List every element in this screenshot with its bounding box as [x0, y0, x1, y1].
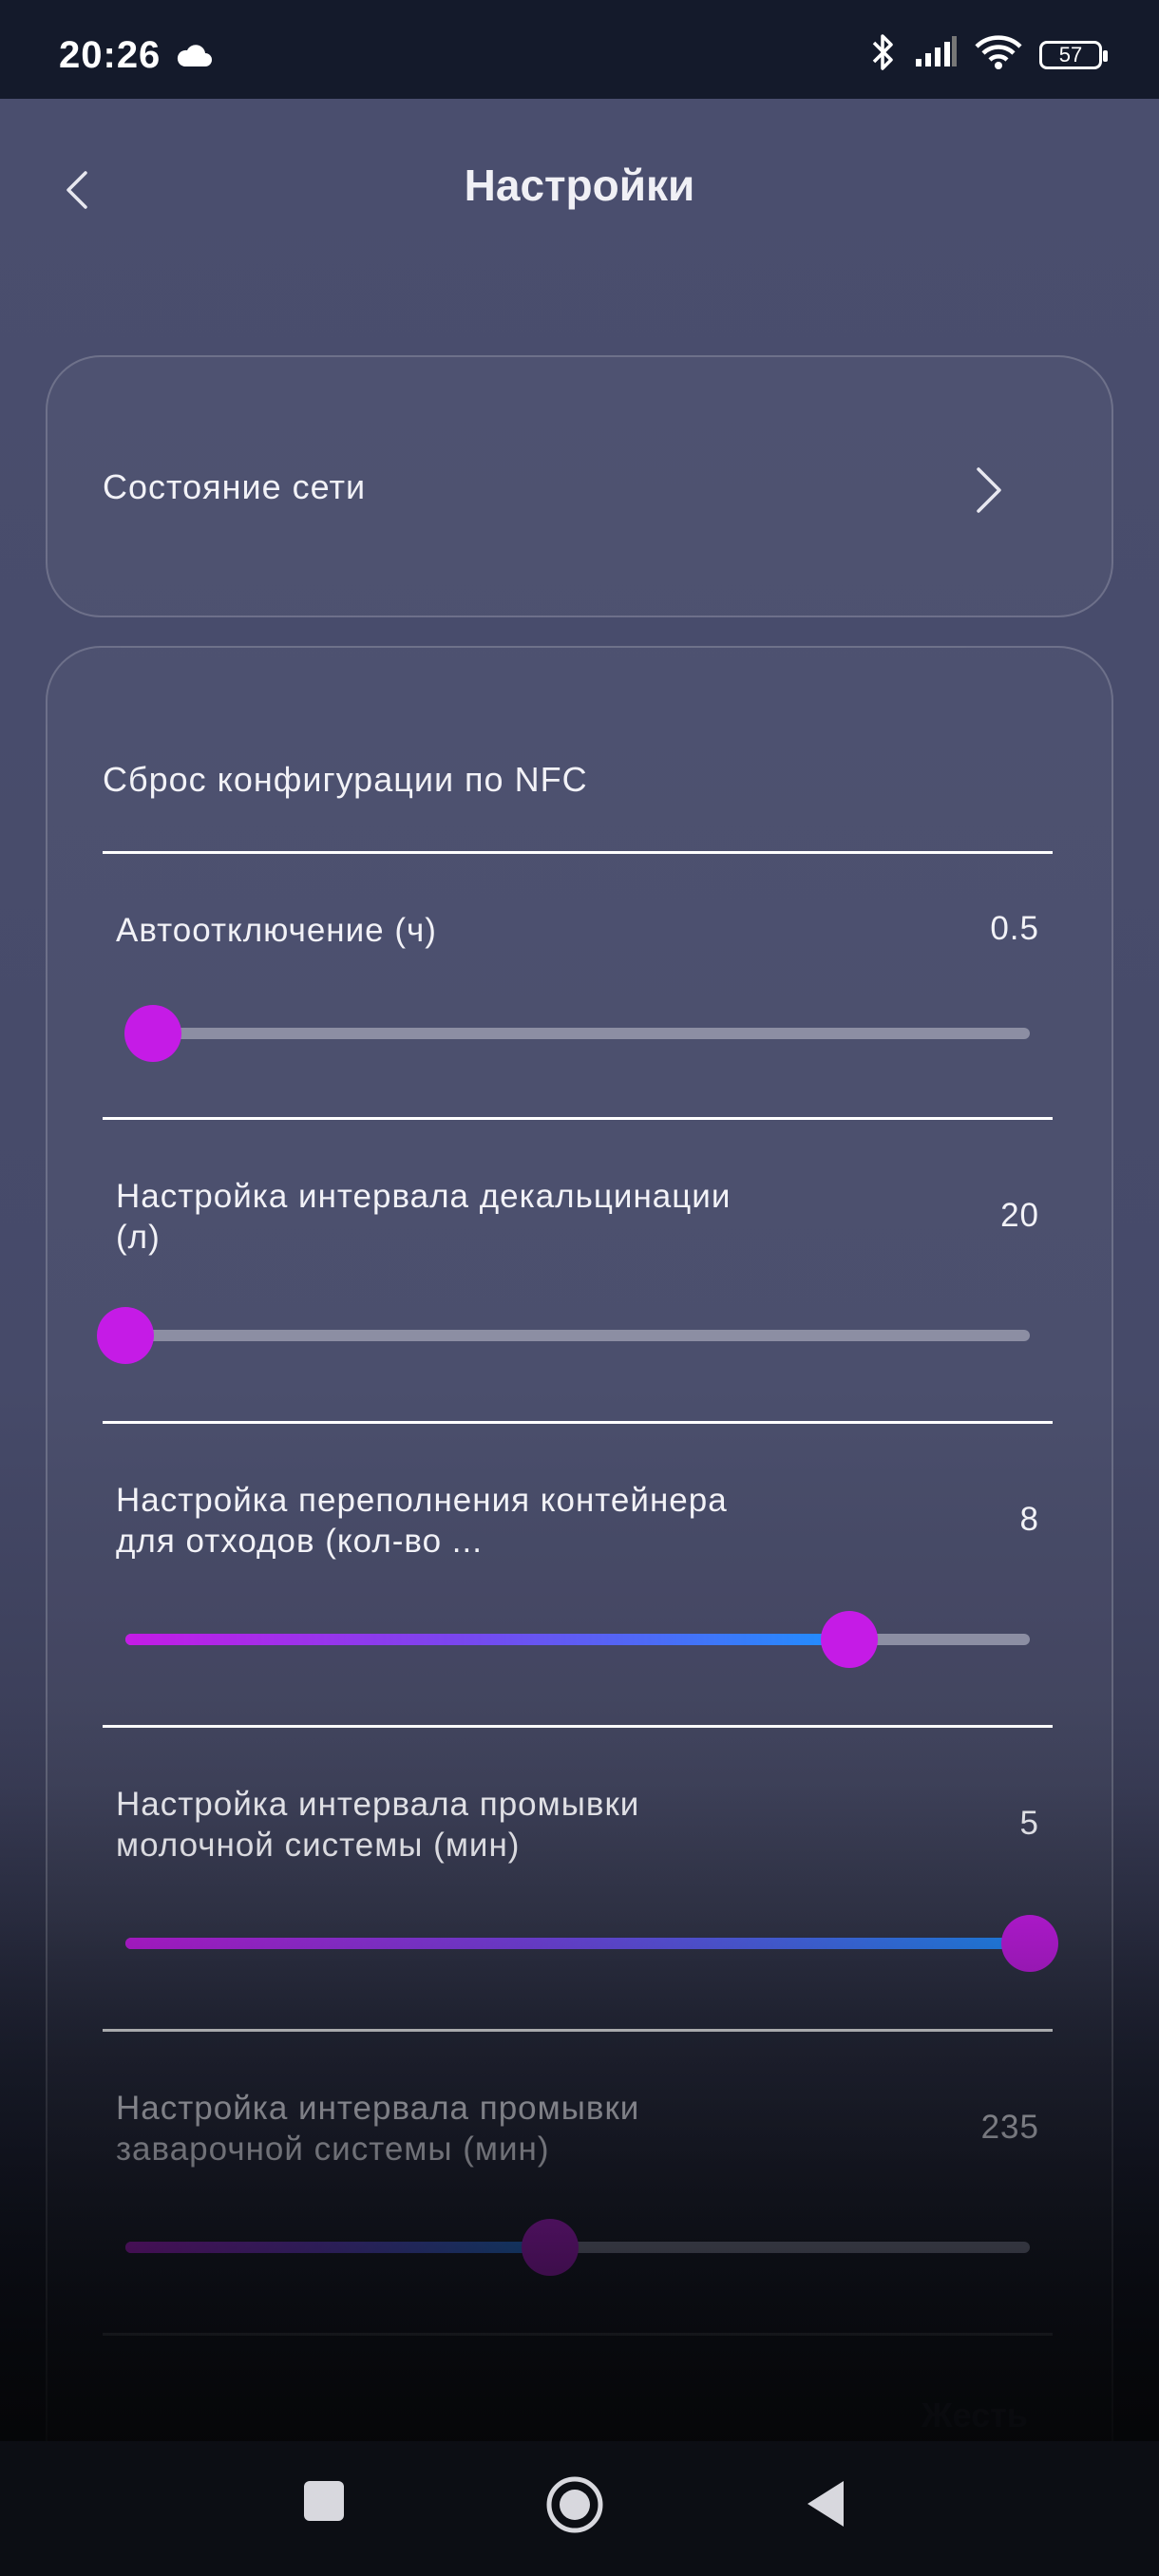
system-nav-bar: [0, 2441, 1159, 2576]
chevron-right-icon: [975, 464, 1003, 521]
network-status-card[interactable]: Состояние сети: [46, 355, 1113, 617]
slider-thumb[interactable]: [97, 1307, 154, 1364]
slider-track[interactable]: [125, 1611, 1030, 1668]
nfc-reset-row[interactable]: Сброс конфигурации по NFC: [103, 760, 588, 800]
partial-row-label: Жесть: [922, 2396, 1028, 2434]
status-bar: 20:26 57: [0, 0, 1159, 99]
slider-descaling-interval: Настройка интервала декальцинации (л) 20: [97, 1176, 1053, 1364]
network-status-label: Состояние сети: [103, 467, 367, 506]
recents-square-icon[interactable]: [302, 2479, 346, 2528]
slider-label: Настройка интервала промывки молочной си…: [116, 1786, 640, 1864]
slider-track[interactable]: [125, 1915, 1058, 1972]
bluetooth-icon: [868, 32, 897, 77]
divider: [103, 1725, 1053, 1728]
divider: [103, 1117, 1053, 1120]
slider-label: Автоотключение (ч): [116, 912, 437, 949]
page-title: Настройки: [464, 161, 695, 210]
slider-label: Настройка интервала промывки заварочной …: [116, 2090, 640, 2168]
cloud-icon: [175, 42, 213, 73]
home-circle-icon[interactable]: [545, 2475, 604, 2539]
slider-label: Настройка переполнения контейнера для от…: [116, 1482, 728, 1560]
slider-fill: [125, 2242, 551, 2253]
wifi-icon: [975, 35, 1022, 74]
slider-value: 5: [1019, 1805, 1039, 1842]
slider-thumb[interactable]: [124, 1005, 181, 1062]
slider-thumb[interactable]: [522, 2219, 580, 2276]
divider: [103, 2333, 1053, 2336]
slider-track[interactable]: [125, 2219, 1030, 2276]
slider-value: 0.5: [990, 910, 1039, 947]
slider-value: 8: [1019, 1501, 1039, 1538]
divider: [103, 2029, 1053, 2032]
slider-waste-container: Настройка переполнения контейнера для от…: [103, 1480, 1053, 1668]
back-triangle-icon[interactable]: [804, 2479, 847, 2533]
slider-milk-rinse-interval: Настройка интервала промывки молочной си…: [103, 1784, 1058, 1972]
slider-label: Настройка интервала декальцинации (л): [116, 1178, 732, 1256]
slider-thumb[interactable]: [820, 1611, 878, 1668]
slider-thumb[interactable]: [1001, 1915, 1058, 1972]
slider-value: 20: [1000, 1197, 1039, 1234]
divider: [103, 1421, 1053, 1424]
status-icons: 57: [868, 32, 1108, 77]
slider-auto-off: Автоотключение (ч) 0.5: [103, 910, 1053, 1062]
battery-icon: 57: [1039, 40, 1108, 69]
settings-card: Сброс конфигурации по NFC Автоотключение…: [46, 646, 1113, 2451]
battery-level: 57: [1058, 42, 1083, 66]
slider-value: 235: [980, 2109, 1039, 2146]
slider-track[interactable]: [124, 1005, 1030, 1062]
slider-fill: [125, 1938, 1030, 1949]
slider-brew-rinse-interval: Настройка интервала промывки заварочной …: [103, 2088, 1053, 2276]
slider-track[interactable]: [97, 1307, 1030, 1364]
status-time: 20:26: [59, 34, 162, 76]
slider-fill: [125, 1634, 849, 1645]
signal-icon: [914, 36, 958, 73]
divider: [103, 851, 1053, 854]
